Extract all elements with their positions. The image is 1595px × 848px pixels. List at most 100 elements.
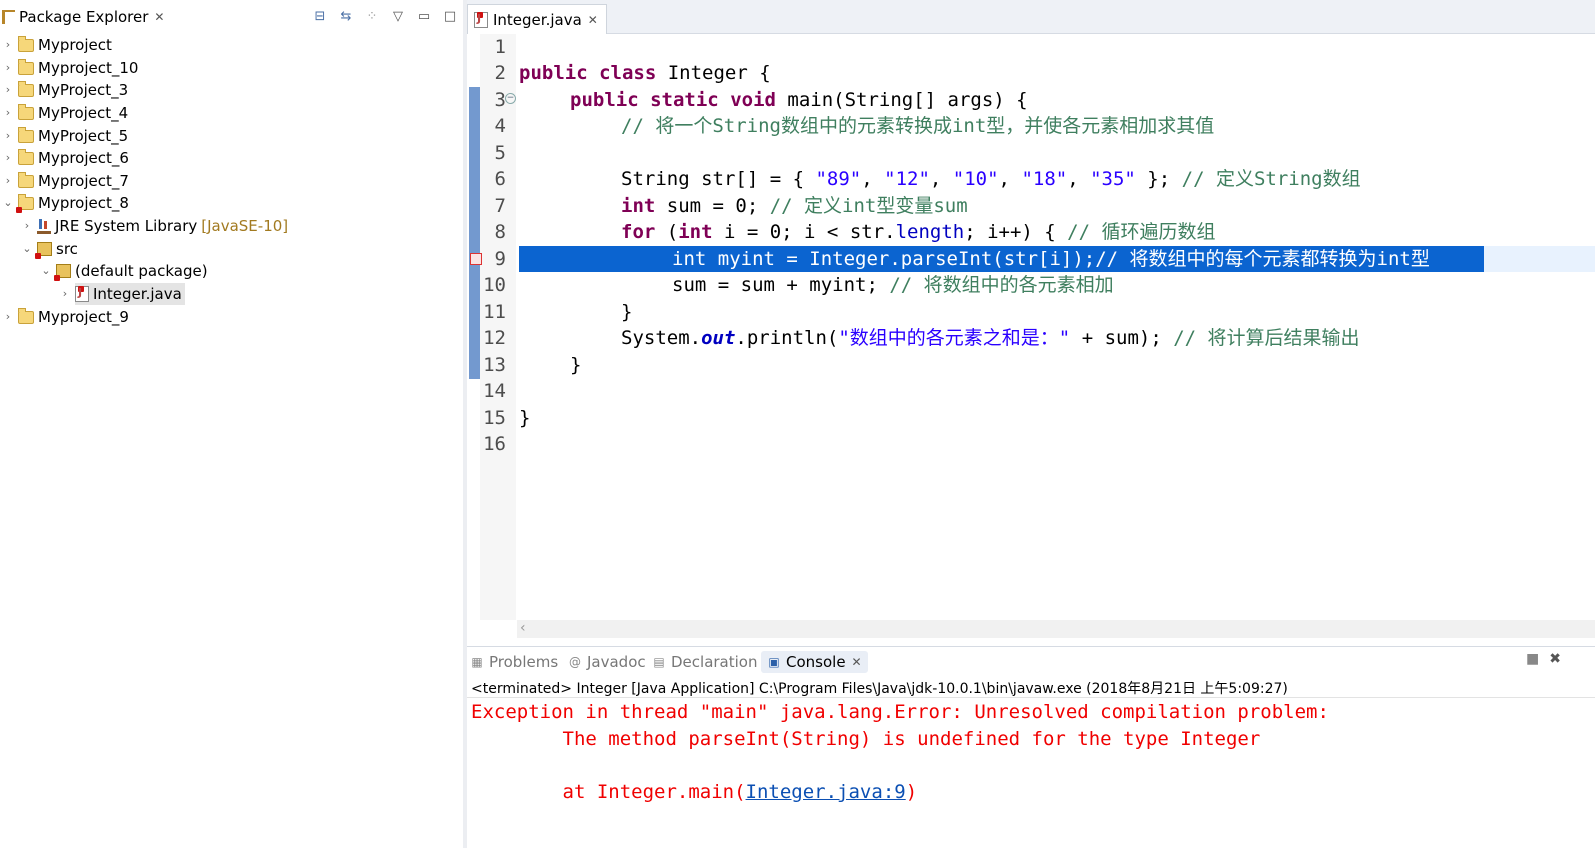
fold-collapse-icon[interactable]: −	[505, 93, 516, 104]
chevron-right-icon[interactable]: ›	[2, 151, 14, 164]
chevron-right-icon[interactable]: ›	[2, 106, 14, 119]
line-number: 2	[494, 62, 506, 84]
chevron-right-icon[interactable]: ›	[59, 287, 71, 300]
tree-item-integer-java[interactable]: › Integer.java	[59, 282, 185, 305]
package-icon	[54, 264, 71, 281]
editor-tab-integer-java[interactable]: Integer.java ✕	[467, 4, 607, 35]
chevron-right-icon[interactable]: ›	[2, 129, 14, 142]
close-icon[interactable]: ✕	[154, 10, 164, 24]
chevron-right-icon[interactable]: ›	[2, 83, 14, 96]
tab-problems[interactable]: ▦ Problems	[470, 651, 558, 673]
tree-item-project[interactable]: › Myproject	[2, 33, 112, 56]
collapse-all-icon[interactable]: ⊟	[312, 9, 328, 24]
tree-item-project[interactable]: › Myproject_6	[2, 146, 129, 169]
line-number: 11	[483, 301, 506, 323]
console-icon: ▣	[768, 655, 780, 669]
tab-javadoc[interactable]: @ Javadoc	[568, 651, 646, 673]
string-literal: "12"	[884, 168, 930, 190]
stack-trace-link[interactable]: Integer.java:9	[746, 781, 906, 803]
tree-item-default-package[interactable]: ⌄ (default package)	[40, 259, 208, 282]
keyword: int	[621, 195, 656, 217]
line-number: 14	[483, 380, 506, 402]
tree-item-jre-library[interactable]: › JRE System Library [JavaSE-10]	[21, 214, 288, 237]
tree-item-project[interactable]: › Myproject_9	[2, 305, 129, 328]
chevron-down-icon[interactable]: ⌄	[2, 196, 14, 209]
project-folder-icon	[18, 308, 34, 324]
line-number: 12	[483, 327, 506, 349]
code-line-15[interactable]: }	[519, 405, 530, 431]
code-line-6[interactable]: String str[] = { "89", "12", "10", "18",…	[621, 166, 1361, 192]
code-text: System.	[621, 327, 702, 349]
terminate-icon[interactable]: ■	[1526, 651, 1539, 667]
change-ruler	[469, 87, 480, 379]
tree-item-project[interactable]: › MyProject_5	[2, 124, 128, 147]
scroll-left-icon[interactable]: ‹	[520, 620, 526, 636]
tree-item-label: JRE System Library	[55, 216, 198, 235]
line-number: 1	[494, 36, 506, 58]
code-line-3[interactable]: public static void main(String[] args) {	[570, 87, 1028, 113]
tab-console[interactable]: ▣ Console ✕	[761, 651, 868, 673]
code-text: Integer {	[656, 62, 771, 84]
tree-item-decoration: [JavaSE-10]	[201, 216, 289, 235]
code-line-2[interactable]: public class Integer {	[519, 60, 771, 86]
package-explorer-title: Package Explorer	[19, 8, 149, 26]
code-line-10[interactable]: sum = sum + myint; // 将数组中的各元素相加	[672, 272, 1114, 298]
code-comment: // 定义int型变量sum	[769, 195, 968, 217]
console-error-line: Exception in thread "main" java.lang.Err…	[471, 701, 1341, 723]
java-file-icon	[474, 12, 488, 28]
package-explorer-tab[interactable]: Package Explorer ✕	[0, 5, 172, 29]
code-line-12[interactable]: System.out.println("数组中的各元素之和是：" + sum);…	[621, 325, 1360, 351]
link-with-editor-icon[interactable]: ⇆	[338, 9, 354, 24]
string-literal: "10"	[952, 168, 999, 190]
tree-item-label: Myproject_6	[38, 148, 129, 167]
tree-item-project[interactable]: › MyProject_4	[2, 101, 128, 124]
chevron-right-icon[interactable]: ›	[2, 38, 14, 51]
current-line-highlight	[1484, 246, 1595, 272]
chevron-right-icon[interactable]: ›	[2, 310, 14, 323]
keyword: int	[678, 221, 713, 243]
chevron-down-icon[interactable]: ⌄	[40, 264, 52, 277]
remove-launch-icon[interactable]: ✖	[1549, 651, 1561, 667]
code-line-13[interactable]: }	[570, 352, 581, 378]
problems-icon: ▦	[471, 655, 483, 669]
code-line-8[interactable]: for (int i = 0; i < str.length; i++) { /…	[621, 219, 1216, 245]
view-menu-icon[interactable]: ▽	[390, 9, 406, 24]
keyword: for	[621, 221, 656, 243]
chevron-right-icon[interactable]: ›	[21, 219, 33, 232]
code-text: i = 0; i < str.	[712, 221, 896, 243]
tree-item-project[interactable]: › Myproject_7	[2, 169, 129, 192]
code-text: .println(	[735, 327, 839, 349]
line-number: 13	[483, 354, 506, 376]
project-folder-icon	[18, 127, 34, 143]
keyword: class	[599, 62, 657, 84]
stack-text: )	[905, 781, 918, 803]
code-text: String str[] = {	[621, 168, 816, 190]
code-line-9-selected[interactable]: int myint = Integer.parseInt(str[i]);// …	[672, 246, 1430, 272]
project-folder-icon	[18, 36, 34, 52]
tree-item-src[interactable]: ⌄ src	[21, 237, 78, 260]
line-number: 3	[494, 89, 506, 111]
tree-item-project-expanded[interactable]: ⌄ Myproject_8	[2, 191, 129, 214]
minimize-icon[interactable]: ▭	[416, 9, 432, 24]
editor-tab-label: Integer.java	[493, 11, 582, 29]
chevron-right-icon[interactable]: ›	[2, 61, 14, 74]
tree-item-project[interactable]: › MyProject_3	[2, 78, 128, 101]
chevron-right-icon[interactable]: ›	[2, 174, 14, 187]
console-divider	[467, 697, 1595, 698]
code-text: ; i++) {	[964, 221, 1068, 243]
chevron-down-icon[interactable]: ⌄	[21, 242, 33, 255]
close-icon[interactable]: ✕	[588, 13, 598, 27]
selected-file[interactable]: Integer.java	[75, 282, 185, 305]
tab-declaration[interactable]: ▤ Declaration	[652, 651, 757, 673]
code-text: ,	[929, 168, 953, 190]
code-line-7[interactable]: int sum = 0; // 定义int型变量sum	[621, 193, 968, 219]
code-line-11[interactable]: }	[621, 299, 632, 325]
source-folder-icon	[35, 242, 52, 259]
maximize-icon[interactable]: □	[442, 9, 458, 24]
horizontal-scrollbar[interactable]	[517, 620, 1595, 638]
close-icon[interactable]: ✕	[852, 655, 862, 669]
focus-icon[interactable]: ⁘	[364, 9, 380, 24]
code-line-4[interactable]: // 将一个String数组中的元素转换成int型，并使各元素相加求其值	[621, 113, 1214, 139]
tree-item-label: Myproject_9	[38, 307, 129, 326]
tree-item-project[interactable]: › Myproject_10	[2, 56, 139, 79]
